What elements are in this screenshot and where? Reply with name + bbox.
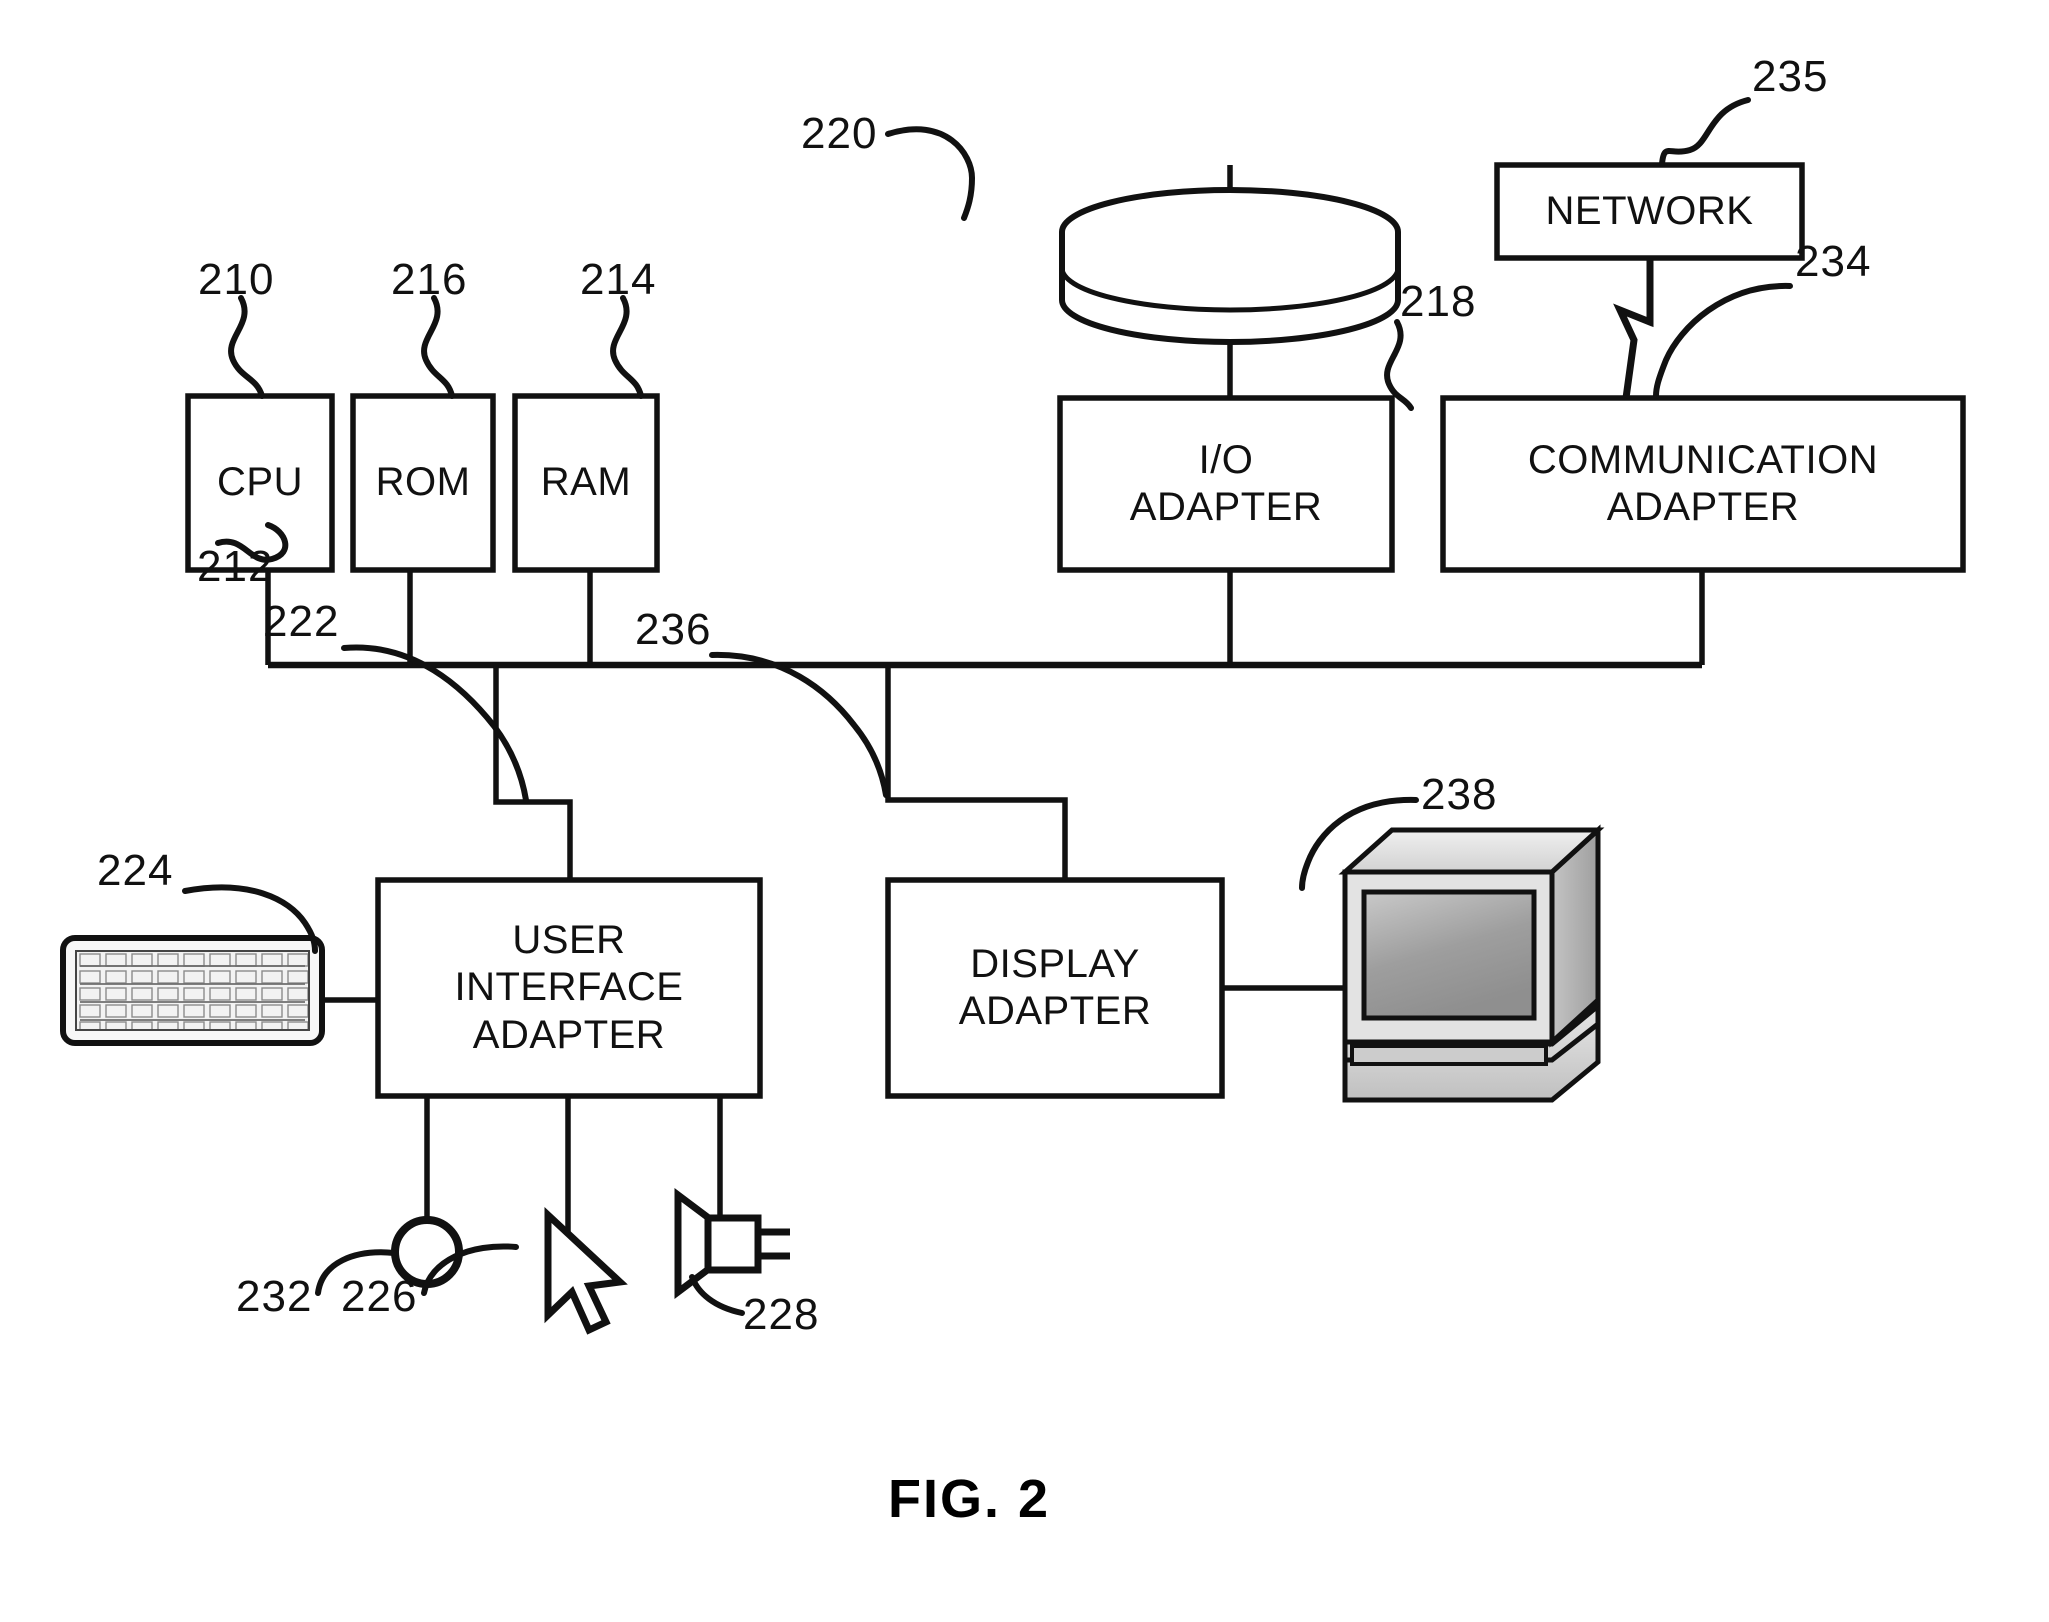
leader-220 <box>885 126 976 221</box>
leader-235 <box>1659 97 1751 167</box>
figure-caption: FIG. 2 <box>888 1469 1051 1529</box>
io-adapter-box <box>1057 395 1395 573</box>
network-box <box>1494 162 1805 261</box>
keyboard-icon <box>60 935 325 1046</box>
network-lightning-connector <box>1613 258 1654 399</box>
microphone-icon <box>391 1216 463 1288</box>
leader-232 <box>315 1249 397 1296</box>
rom-box <box>350 393 496 573</box>
mouse-cursor-icon <box>544 1206 628 1335</box>
bus-to-display-adapter-connector <box>885 665 1068 880</box>
user-interface-adapter-box <box>375 877 763 1099</box>
bus-to-ui-adapter-connector <box>493 665 573 880</box>
leader-236 <box>709 651 889 798</box>
diagram-canvas <box>60 97 1966 1335</box>
leader-210 <box>228 295 265 399</box>
leader-214 <box>610 295 644 399</box>
display-adapter-box <box>885 877 1225 1099</box>
leader-228 <box>689 1274 745 1316</box>
leader-216 <box>421 295 455 399</box>
cpu-box <box>185 393 335 573</box>
crt-monitor-icon <box>1338 824 1605 1103</box>
leader-234 <box>1653 282 1793 399</box>
patent-figure-2: CPU ROM RAM I/O ADAPTER COMMUNICATION AD… <box>0 0 2049 1622</box>
communication-adapter-box <box>1440 395 1966 573</box>
disk-storage-icon <box>1059 187 1402 345</box>
leader-212 <box>215 522 289 563</box>
bus-drop-connectors <box>265 570 1705 665</box>
leader-218 <box>1384 319 1414 411</box>
ram-box <box>512 393 660 573</box>
